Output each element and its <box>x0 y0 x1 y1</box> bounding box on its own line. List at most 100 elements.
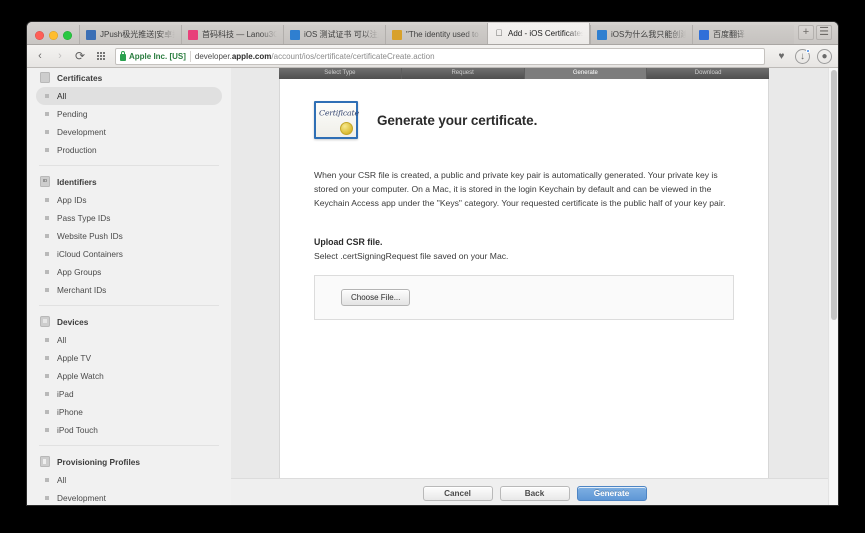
sidebar-group-header-identifiers[interactable]: ID Identifiers <box>27 172 231 191</box>
tab-title: Add - iOS Certificates - Ap <box>508 29 583 38</box>
tab-title: JPush极光推送|安卓推送|i <box>100 30 175 39</box>
browser-tab-1[interactable]: 首码科技 — Lanou3G.Com <box>181 25 283 44</box>
back-button-footer[interactable]: Back <box>499 485 570 501</box>
main-content: Select Type Request Generate Download Ce… <box>231 68 838 505</box>
sidebar-item-apple-tv[interactable]: Apple TV <box>36 349 222 367</box>
omnibox-divider <box>189 50 191 62</box>
browser-tab-3[interactable]: "The identity used to sign <box>385 25 487 44</box>
identifiers-group-icon: ID <box>40 176 50 187</box>
sidebar-group-header-certificates[interactable]: Certificates <box>27 68 231 87</box>
sidebar-item-app-groups[interactable]: App Groups <box>36 263 222 281</box>
bullet-icon <box>45 356 49 360</box>
bullet-icon <box>45 252 49 256</box>
sidebar-item-label: All <box>57 91 67 101</box>
back-button[interactable]: ‹ <box>33 49 47 63</box>
sidebar-group-header-provisioning-profiles[interactable]: Provisioning Profiles <box>27 452 231 471</box>
card-inner: Certificate Generate your certificate. W… <box>280 79 768 320</box>
bookmark-heart-icon[interactable]: ♥ <box>775 50 788 63</box>
sidebar-item-ipod-touch[interactable]: iPod Touch <box>36 421 222 439</box>
sidebar-item-profiles-all[interactable]: All <box>36 471 222 489</box>
sidebar-item-label: Website Push IDs <box>57 231 123 241</box>
url-host: apple.com <box>231 51 272 61</box>
security-org-label: Apple Inc. [US] <box>129 51 186 61</box>
description-paragraph: When your CSR file is created, a public … <box>314 170 726 208</box>
downloads-icon[interactable]: ↓ <box>795 48 810 64</box>
sidebar-item-label: Pass Type IDs <box>57 213 111 223</box>
window-minimize-button[interactable] <box>49 31 58 40</box>
sidebar-item-certificates-pending[interactable]: Pending <box>36 105 222 123</box>
bullet-icon <box>45 112 49 116</box>
upload-section-heading: Upload CSR file. <box>314 236 383 247</box>
browser-tab-strip: JPush极光推送|安卓推送|i 首码科技 — Lanou3G.Com iOS … <box>27 22 838 45</box>
generate-button[interactable]: Generate <box>576 485 647 501</box>
browser-tab-5[interactable]: iOS为什么我只能创建一个 <box>590 25 692 44</box>
sidebar-group-label: Certificates <box>57 72 103 83</box>
file-dropzone[interactable]: Choose File... <box>314 274 734 320</box>
site-security-indicator[interactable]: Apple Inc. [US] <box>120 50 186 61</box>
address-bar[interactable]: Apple Inc. [US] developer.apple.com/acco… <box>115 47 765 65</box>
page-scrollbar[interactable] <box>828 68 838 505</box>
sidebar-item-label: Development <box>57 493 106 503</box>
wizard-step-download[interactable]: Download <box>647 68 769 79</box>
bullet-icon <box>45 428 49 432</box>
browser-tab-2[interactable]: iOS 测试证书 可以注册几台 <box>283 25 385 44</box>
sidebar-item-certificates-all[interactable]: All <box>36 87 222 105</box>
reload-button[interactable]: ⟳ <box>73 49 87 63</box>
sidebar-item-website-push-ids[interactable]: Website Push IDs <box>36 227 222 245</box>
sidebar-item-label: App Groups <box>57 267 102 277</box>
wizard-step-request[interactable]: Request <box>402 68 525 79</box>
sidebar-group-label: Identifiers <box>57 176 97 187</box>
sidebar-item-label: Apple Watch <box>57 371 104 381</box>
wizard-step-bar: Select Type Request Generate Download <box>279 68 769 79</box>
certificate-icon-script-text: Certificate <box>319 109 359 118</box>
wizard-footer: Cancel Back Generate <box>231 478 838 505</box>
browser-toolbar: ‹ › ⟳ Apple Inc. [US] developer.apple.co… <box>27 45 838 68</box>
tab-favicon-icon <box>597 29 607 40</box>
content-card: Certificate Generate your certificate. W… <box>279 79 769 492</box>
sidebar-item-merchant-ids[interactable]: Merchant IDs <box>36 281 222 299</box>
choose-file-button[interactable]: Choose File... <box>341 288 411 306</box>
bullet-icon <box>45 338 49 342</box>
new-tab-button[interactable]: + <box>798 25 814 40</box>
upload-section-subtext: Select .certSigningRequest file saved on… <box>314 250 509 261</box>
scrollbar-thumb[interactable] <box>831 70 837 320</box>
sidebar-item-icloud-containers[interactable]: iCloud Containers <box>36 245 222 263</box>
sidebar-item-label: Apple TV <box>57 353 91 363</box>
sidebar-item-ipad[interactable]: iPad <box>36 385 222 403</box>
wizard-step-select-type[interactable]: Select Type <box>279 68 402 79</box>
certificate-seal-icon <box>340 122 353 135</box>
browser-tab-0[interactable]: JPush极光推送|安卓推送|i <box>79 25 181 44</box>
tab-favicon-icon <box>188 29 198 40</box>
apps-grid-icon[interactable] <box>93 49 109 63</box>
sidebar-item-apple-watch[interactable]: Apple Watch <box>36 367 222 385</box>
sidebar-item-profiles-development[interactable]: Development <box>36 489 222 505</box>
tab-favicon-icon <box>699 29 709 40</box>
sidebar-item-app-ids[interactable]: App IDs <box>36 191 222 209</box>
window-close-button[interactable] <box>35 31 44 40</box>
url-path: /account/ios/certificate/certificateCrea… <box>271 51 435 61</box>
sidebar-item-label: Pending <box>57 109 88 119</box>
account-avatar-icon[interactable]: ● <box>817 48 832 64</box>
sidebar-group-header-devices[interactable]: Devices <box>27 312 231 331</box>
cancel-button[interactable]: Cancel <box>422 485 493 501</box>
browser-menu-button[interactable]: ☰ <box>816 25 832 40</box>
browser-tab-6[interactable]: 百度翻译 <box>692 25 794 44</box>
sidebar-item-certificates-development[interactable]: Development <box>36 123 222 141</box>
tab-title: iOS 测试证书 可以注册几台 <box>304 30 379 39</box>
sidebar-item-label: iCloud Containers <box>57 249 123 259</box>
wizard-step-generate[interactable]: Generate <box>524 68 648 79</box>
window-zoom-button[interactable] <box>63 31 72 40</box>
sidebar-item-label: All <box>57 475 67 485</box>
sidebar-item-iphone[interactable]: iPhone <box>36 403 222 421</box>
browser-tab-4-active[interactable]:  Add - iOS Certificates - Ap <box>487 23 590 44</box>
sidebar-item-certificates-production[interactable]: Production <box>36 141 222 159</box>
sidebar-item-pass-type-ids[interactable]: Pass Type IDs <box>36 209 222 227</box>
sidebar-item-devices-all[interactable]: All <box>36 331 222 349</box>
forward-button[interactable]: › <box>53 49 67 63</box>
sidebar-item-label: iPod Touch <box>57 425 98 435</box>
bullet-icon <box>45 216 49 220</box>
apple-favicon-icon:  <box>494 28 504 39</box>
sidebar-divider <box>39 445 219 446</box>
sidebar-group-label: Devices <box>57 316 89 327</box>
sidebar-divider <box>39 165 219 166</box>
